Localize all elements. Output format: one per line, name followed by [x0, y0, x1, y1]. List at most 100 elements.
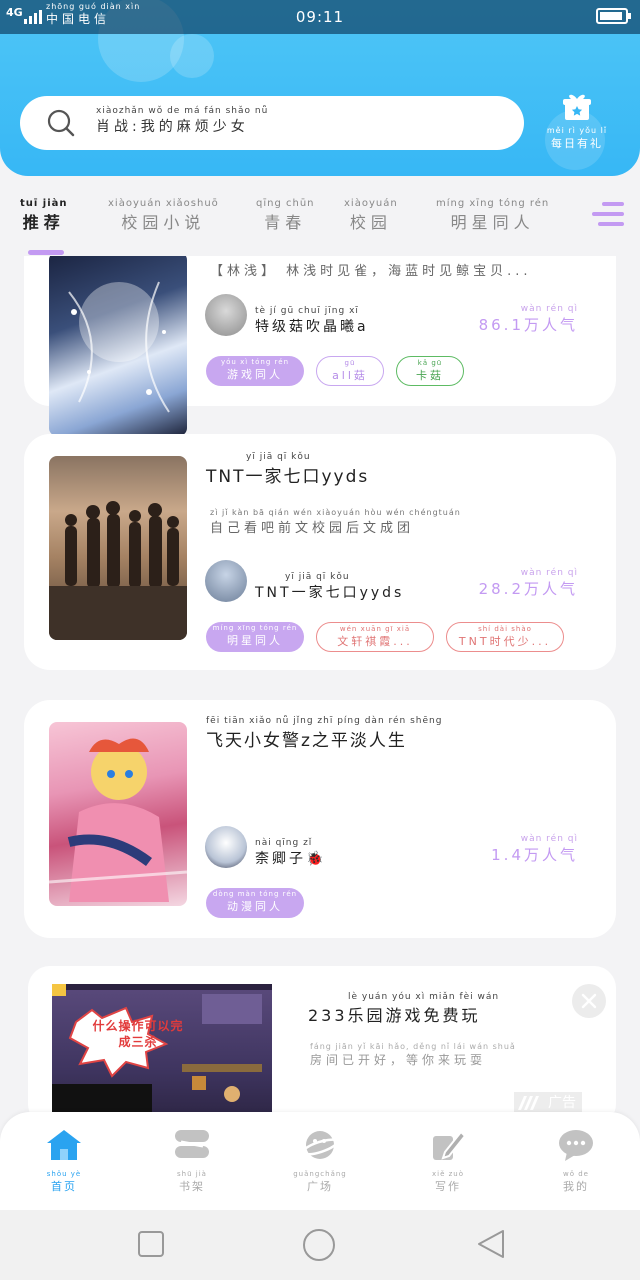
ad-desc: fáng jiān yǐ kāi hǎo, děng nǐ lái wán sh… [310, 1042, 516, 1068]
search-placeholder-pinyin: xiàozhǎn wǒ de má fán shǎo nǚ [96, 106, 269, 116]
close-icon [581, 993, 597, 1009]
ad-title-pinyin: lè yuán yóu xì miǎn fèi wán [348, 992, 500, 1002]
author-name-block: tè jí gū chuī jīng xī 特级菇吹晶曦a [255, 306, 369, 336]
nav-bookshelf[interactable]: shū jià 书架 [142, 1128, 242, 1194]
tab-star-fanfic[interactable]: míng xīng tóng rén 明星同人 [436, 198, 549, 233]
author-info[interactable]: tè jí gū chuī jīng xī 特级菇吹晶曦a [205, 294, 369, 336]
nav-label: 首页 [51, 1180, 77, 1193]
tab-pinyin: tuī jiàn [20, 198, 68, 209]
popularity-value: 28.2万人气 [478, 580, 578, 598]
home-icon [47, 1130, 81, 1160]
tag-pinyin: míng xīng tóng rén [212, 624, 298, 632]
nav-label: 书架 [179, 1180, 205, 1193]
nav-pinyin: guǎngchǎng [293, 1170, 347, 1178]
ad-close-button[interactable] [572, 984, 606, 1018]
tag-list: míng xīng tóng rén 明星同人 wén xuān gī xiā … [206, 622, 564, 652]
book-title-pinyin: fēi tiān xiǎo nǚ jǐng zhī píng dàn rén s… [206, 716, 443, 726]
ad-card[interactable]: 什么操作可以完成三杀 lè yuán yóu xì miǎn fèi wán 2… [28, 966, 616, 1112]
search-bar[interactable]: xiàozhǎn wǒ de má fán shǎo nǚ 肖战:我的麻烦少女 [20, 96, 524, 150]
tab-campus-novel[interactable]: xiàoyuán xiǎoshuō 校园小说 [108, 198, 219, 233]
tab-label: 校园 [349, 213, 392, 232]
book-title-pinyin: yī jiā qī kǒu [246, 452, 311, 462]
ad-badge-label: 广告 [548, 1095, 576, 1111]
book-title-text: TNT一家七口yyds [206, 467, 370, 487]
tag-label: 明星同人 [227, 634, 283, 647]
author-name-block: yī jiā qī kǒu TNT一家七口yyds [255, 572, 404, 602]
author-name-block: nài qīng zǐ 柰卿子🐞 [255, 838, 326, 868]
tag-pinyin: gū [344, 359, 356, 367]
tag-chip[interactable]: yóu xì tóng rén 游戏同人 [206, 356, 304, 386]
tab-campus[interactable]: xiàoyuán 校园 [344, 198, 398, 233]
nav-home[interactable]: shǒu yè 首页 [14, 1128, 114, 1194]
book-title[interactable]: yī jiā qī kǒu TNT一家七口yyds [206, 452, 369, 487]
back-icon[interactable] [476, 1228, 506, 1260]
tab-youth[interactable]: qīng chūn 青春 [256, 198, 315, 233]
tag-pinyin: yóu xì tóng rén [221, 358, 289, 366]
tag-label: 文轩祺霞... [337, 635, 413, 648]
nav-write[interactable]: xiě zuò 写作 [398, 1128, 498, 1194]
tab-label: 推荐 [22, 213, 65, 232]
home-circle-icon[interactable] [302, 1228, 336, 1262]
book-card[interactable]: fēi tiān xiǎo nǚ jǐng zhī píng dàn rén s… [24, 700, 616, 938]
book-cover[interactable] [49, 722, 187, 906]
tag-chip[interactable]: wén xuān gī xiā 文轩祺霞... [316, 622, 434, 652]
nav-square[interactable]: guǎngchǎng 广场 [270, 1128, 370, 1194]
author-info[interactable]: nài qīng zǐ 柰卿子🐞 [205, 826, 326, 868]
nav-pinyin: shū jià [177, 1170, 207, 1178]
tab-pinyin: xiàoyuán [344, 198, 398, 209]
tag-chip[interactable]: shí dài shào TNT时代少... [446, 622, 564, 652]
category-menu-icon[interactable] [588, 196, 624, 232]
tag-label: 卡菇 [416, 369, 444, 382]
tag-pinyin: wén xuān gī xiā [339, 625, 411, 633]
popularity: wàn rén qì 86.1万人气 [479, 304, 578, 335]
tag-chip[interactable]: gū all菇 [316, 356, 384, 386]
nav-mine[interactable]: wǒ de 我的 [526, 1128, 626, 1194]
recent-apps-icon[interactable] [137, 1230, 165, 1258]
planet-icon [301, 1131, 339, 1159]
tab-pinyin: míng xīng tóng rén [436, 198, 550, 209]
search-placeholder-text: 肖战:我的麻烦少女 [96, 119, 249, 135]
ad-image[interactable]: 什么操作可以完成三杀 [52, 984, 272, 1112]
clock: 09:11 [295, 8, 345, 26]
book-desc: 【林浅】 林浅时见雀，海蓝时见鲸宝贝... [210, 260, 532, 279]
daily-gift-label: 每日有礼 [551, 137, 603, 150]
ad-title[interactable]: lè yuán yóu xì miǎn fèi wán 233乐园游戏免费玩 [308, 992, 499, 1026]
search-placeholder: xiàozhǎn wǒ de má fán shǎo nǚ 肖战:我的麻烦少女 [96, 106, 268, 136]
book-title-text: 飞天小女警z之平淡人生 [206, 731, 407, 751]
book-desc-text: 【林浅】 林浅时见雀，海蓝时见鲸宝贝... [210, 264, 532, 279]
tag-chip[interactable]: míng xīng tóng rén 明星同人 [206, 622, 304, 652]
tag-list: dòng màn tóng rén 动漫同人 [206, 888, 304, 918]
header: 4G zhōng guó diàn xìn 中国电信 09:11 xiàozhǎ… [0, 0, 640, 176]
active-tab-indicator [28, 250, 64, 255]
author-name: 柰卿子🐞 [255, 851, 327, 867]
nav-pinyin: wǒ de [563, 1170, 589, 1178]
popularity: wàn rén qì 28.2万人气 [479, 568, 578, 599]
tab-label: 校园小说 [121, 213, 206, 232]
tag-label: 游戏同人 [227, 368, 283, 381]
book-title[interactable]: fēi tiān xiǎo nǚ jǐng zhī píng dàn rén s… [206, 716, 442, 751]
tag-chip[interactable]: kǎ gū 卡菇 [396, 356, 464, 386]
tag-pinyin: kǎ gū [417, 359, 443, 367]
battery-icon [596, 8, 631, 24]
category-tabs: tuī jiàn 推荐 xiàoyuán xiǎoshuō 校园小说 qīng … [0, 190, 640, 260]
bottom-nav: shǒu yè 首页 shū jià 书架 guǎngchǎng 广场 xiě … [0, 1112, 640, 1210]
popularity: wàn rén qì 1.4万人气 [491, 834, 578, 865]
book-card[interactable]: yī jiā qī kǒu TNT一家七口yyds zì jǐ kàn bā q… [24, 434, 616, 670]
pen-icon [433, 1130, 467, 1160]
author-info[interactable]: yī jiā qī kǒu TNT一家七口yyds [205, 560, 404, 602]
nav-label: 写作 [435, 1180, 461, 1193]
book-card[interactable]: 【林浅】 林浅时见雀，海蓝时见鲸宝贝... tè jí gū chuī jīng… [24, 256, 616, 436]
bookshelf-icon [175, 1130, 209, 1158]
book-cover[interactable] [49, 256, 187, 436]
tab-label: 青春 [264, 213, 307, 232]
daily-gift-button[interactable]: měi rì yǒu lǐ 每日有礼 [540, 92, 614, 151]
ad-desc-text: 房间已开好，等你来玩耍 [310, 1053, 487, 1067]
cover-illustration [68, 281, 170, 413]
tag-chip[interactable]: dòng màn tóng rén 动漫同人 [206, 888, 304, 918]
popularity-pinyin: wàn rén qì [520, 834, 578, 844]
ad-badge: 广告 [514, 1092, 582, 1112]
tag-list: yóu xì tóng rén 游戏同人 gū all菇 kǎ gū 卡菇 [206, 356, 464, 386]
tab-recommend[interactable]: tuī jiàn 推荐 [20, 198, 68, 233]
tag-pinyin: dòng màn tóng rén [212, 890, 298, 898]
book-cover[interactable] [49, 456, 187, 640]
